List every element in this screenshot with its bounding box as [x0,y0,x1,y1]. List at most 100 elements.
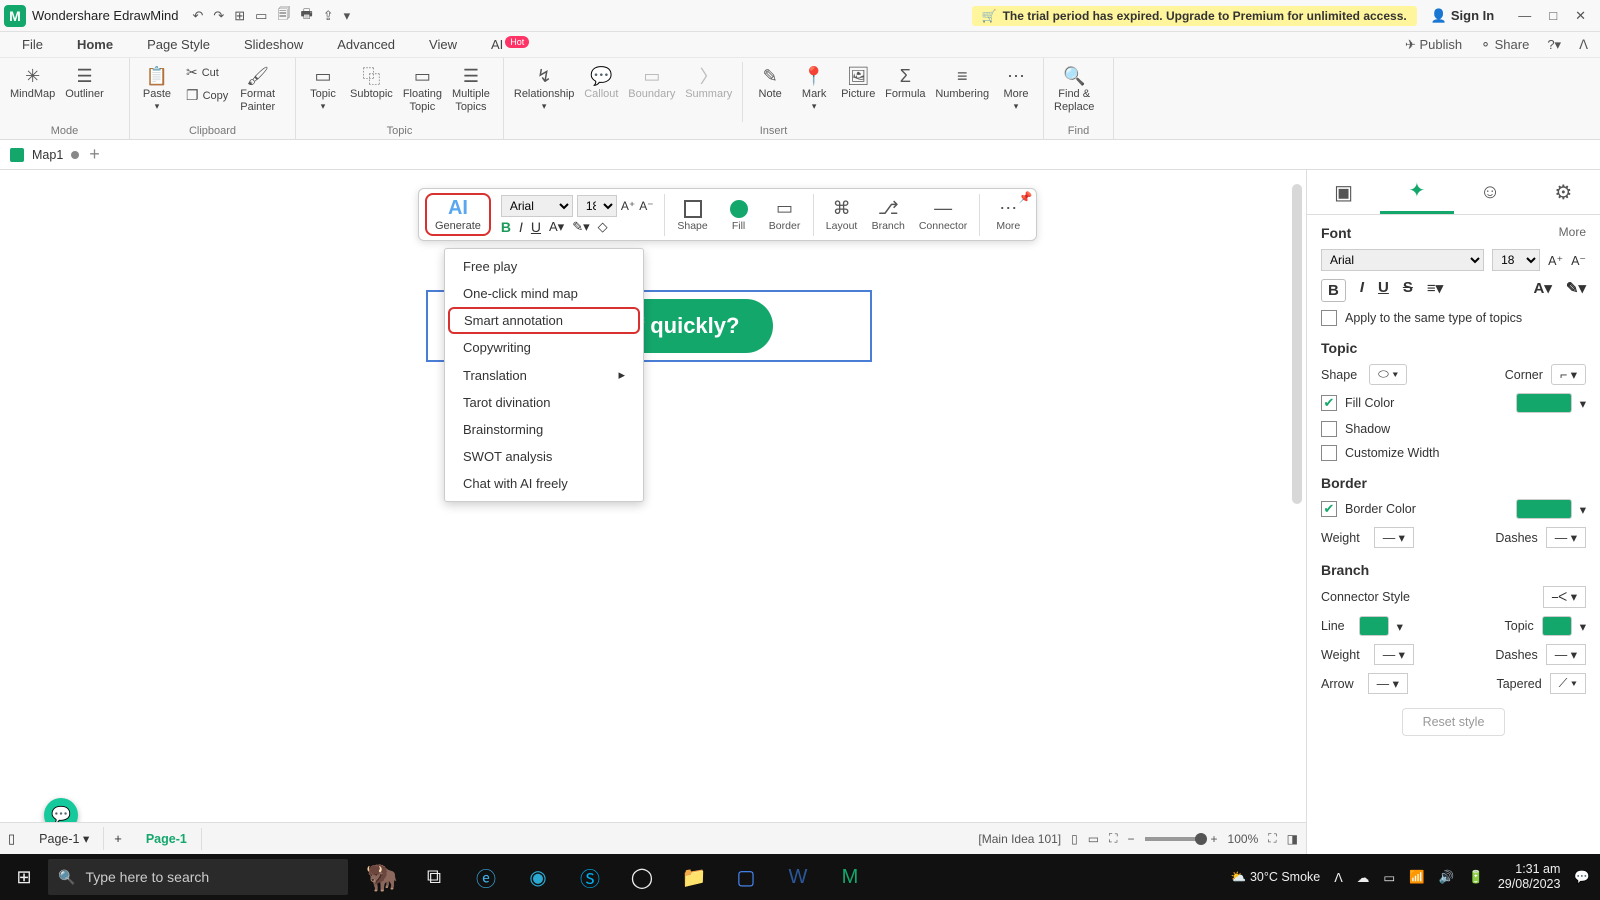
tab-file[interactable]: File [18,33,47,56]
rp-fontcolor[interactable]: A▾ [1534,279,1552,302]
rp-decrease-font-icon[interactable]: A⁻ [1571,253,1586,268]
formula-button[interactable]: ΣFormula [881,62,929,103]
rp-bordercolor-swatch[interactable] [1516,499,1572,519]
view-2-icon[interactable]: ▭ [1088,832,1099,846]
taskbar-search[interactable]: 🔍 Type here to search [48,859,348,895]
rp-customwidth-chk[interactable] [1321,445,1337,461]
ai-menu-swot[interactable]: SWOT analysis [445,443,643,470]
reset-style-button[interactable]: Reset style [1402,708,1506,736]
layout-button[interactable]: ⌘Layout [820,196,864,234]
rp-highlight[interactable]: ✎▾ [1566,279,1586,302]
fill-button[interactable]: Fill [717,196,761,234]
rp-branch-topic-drop[interactable]: ▾ [1580,619,1586,634]
connector-button[interactable]: —Connector [913,196,973,234]
branch-button[interactable]: ⎇Branch [866,196,911,234]
rp-corner-select[interactable]: ⌐ ▾ [1551,364,1586,385]
trial-banner[interactable]: 🛒 The trial period has expired. Upgrade … [972,6,1417,26]
topic-button[interactable]: ▭Topic▾ [302,62,344,114]
tray-notifications-icon[interactable]: 💬 [1574,870,1590,885]
ai-menu-brainstorming[interactable]: Brainstorming [445,416,643,443]
rp-fillcolor-drop[interactable]: ▾ [1580,396,1586,411]
qat-open-icon[interactable]: ▭ [255,8,267,24]
taskbar-chrome-icon[interactable]: ◯ [618,855,666,899]
publish-button[interactable]: ✈ Publish [1405,37,1462,53]
zoom-slider[interactable] [1145,837,1201,841]
cut-button[interactable]: ✂Cut [180,62,234,83]
numbering-button[interactable]: ≡Numbering [931,62,993,103]
tab-page-style[interactable]: Page Style [143,33,214,56]
tray-volume-icon[interactable]: 🔊 [1439,870,1455,885]
collapse-ribbon-icon[interactable]: ᐱ [1579,37,1588,53]
rp-align[interactable]: ≡▾ [1427,279,1443,302]
decrease-font-icon[interactable]: A⁻ [639,199,653,213]
close-icon[interactable]: ✕ [1575,8,1586,24]
rp-strike[interactable]: S [1403,279,1413,302]
rp-bordercolor-drop[interactable]: ▾ [1580,502,1586,517]
maximize-icon[interactable]: □ [1549,8,1557,24]
qat-print-icon[interactable]: 🖶 [300,5,312,27]
fullscreen-icon[interactable]: ⛶ [1268,831,1276,846]
rp-bordercolor-chk[interactable] [1321,501,1337,517]
insert-more-button[interactable]: ⋯More▾ [995,62,1037,114]
rp-font-size[interactable]: 18 [1492,249,1540,271]
copy-button[interactable]: ❐Copy [180,85,234,106]
view-1-icon[interactable]: ▯ [1071,832,1078,846]
taskbar-word-icon[interactable]: W [774,855,822,899]
rp-underline[interactable]: U [1378,279,1389,302]
qat-new-icon[interactable]: ⊞ [234,8,245,24]
pin-icon[interactable]: 📌 [1019,191,1033,204]
qat-more-icon[interactable]: ▾ [344,8,351,24]
relationship-button[interactable]: ↯Relationship▾ [510,62,578,114]
find-replace-button[interactable]: 🔍Find & Replace [1050,62,1098,116]
ai-menu-copywriting[interactable]: Copywriting [445,334,643,361]
border-button[interactable]: ▭Border [763,196,807,234]
signin-button[interactable]: 👤 Sign In [1431,8,1495,24]
italic-button[interactable]: I [519,219,523,235]
canvas[interactable]: 📌 AI Generate Arial 18 A⁺ A⁻ B I U A▾ ✎▾ [0,170,1306,872]
bold-button[interactable]: B [501,219,511,235]
tray-battery-icon[interactable]: 🔋 [1468,870,1484,885]
rp-italic[interactable]: I [1360,279,1364,302]
add-tab-button[interactable]: + [89,144,100,165]
rp-line-drop[interactable]: ▾ [1397,619,1403,634]
taskbar-zoom-icon[interactable]: ▢ [722,855,770,899]
ai-menu-smart-annotation[interactable]: Smart annotation [448,307,640,334]
tab-view[interactable]: View [425,33,461,56]
note-button[interactable]: ✎Note [749,62,791,103]
taskbar-cortana-icon[interactable]: 🦬 [358,855,406,899]
rp-bold[interactable]: B [1321,279,1346,302]
undo-icon[interactable]: ↶ [192,8,203,24]
picture-button[interactable]: 🖼Picture [837,62,879,103]
rp-shape-select[interactable]: ⬭ ▾ [1369,364,1407,385]
rp-connector-style[interactable]: ⎯ᐸ ▾ [1543,586,1586,608]
rp-branch-weight[interactable]: — ▾ [1374,644,1414,665]
taskbar-edge-icon[interactable]: ◉ [514,855,562,899]
taskbar-taskview-icon[interactable]: ⧉ [410,855,458,899]
rp-tab-style[interactable]: ▣ [1307,170,1380,214]
rp-line-color[interactable] [1359,616,1389,636]
zoom-out-icon[interactable]: − [1128,832,1135,846]
rp-border-dashes[interactable]: — ▾ [1546,527,1586,548]
ai-menu-free-play[interactable]: Free play [445,253,643,280]
highlight-button[interactable]: ✎▾ [572,219,589,235]
qat-save-icon[interactable]: 🗐 [277,5,290,27]
ai-menu-tarot[interactable]: Tarot divination [445,389,643,416]
rp-tab-icon[interactable]: ☺ [1454,170,1527,214]
rp-font-more[interactable]: More [1559,225,1586,241]
minimize-icon[interactable]: — [1518,8,1531,24]
font-family-select[interactable]: Arial [501,195,573,217]
taskbar-explorer-icon[interactable]: 📁 [670,855,718,899]
ai-menu-chat[interactable]: Chat with AI freely [445,470,643,497]
share-button[interactable]: ⚬ Share [1480,37,1529,53]
rp-font-family[interactable]: Arial [1321,249,1484,271]
rp-border-weight[interactable]: — ▾ [1374,527,1414,548]
canvas-vertical-scrollbar[interactable] [1292,184,1302,504]
zoom-value[interactable]: 100% [1228,832,1259,846]
taskbar-edrawmind-icon[interactable]: M [826,855,874,899]
mark-button[interactable]: 📍Mark▾ [793,62,835,114]
zoom-in-icon[interactable]: + [1211,832,1218,846]
tab-advanced[interactable]: Advanced [333,33,399,56]
view-fit-icon[interactable]: ⛶ [1109,831,1117,846]
increase-font-icon[interactable]: A⁺ [621,199,635,213]
weather-widget[interactable]: ⛅ 30°C Smoke [1231,870,1320,885]
